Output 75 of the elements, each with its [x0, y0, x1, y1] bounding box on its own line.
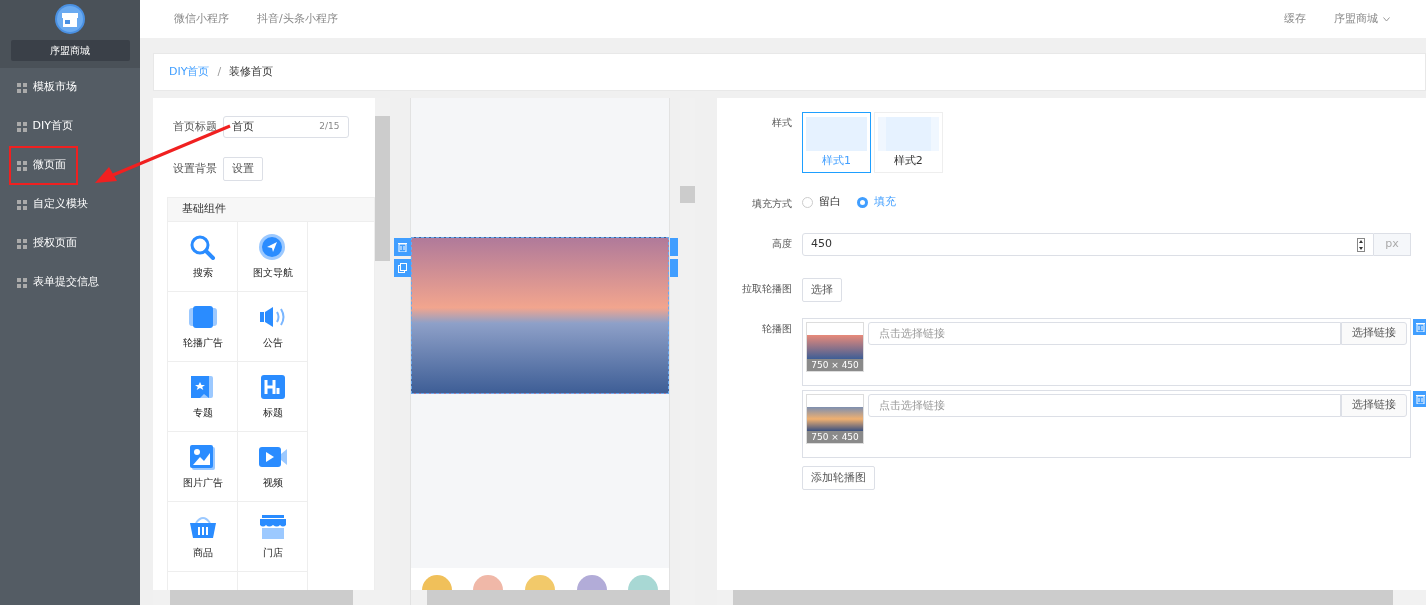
height-field[interactable]: 450 [802, 233, 1374, 256]
shop-awning-icon[interactable] [258, 513, 287, 540]
header-tab[interactable]: 微信小程序 [174, 10, 229, 28]
component-label[interactable]: 搜索 [192, 264, 213, 280]
link-field[interactable]: 点击选择链接 [868, 322, 1341, 345]
add-slide-button[interactable]: 添加轮播图 [802, 466, 875, 490]
shop-name: 序盟商城 [10, 40, 130, 61]
scrollbar-thumb[interactable] [427, 590, 670, 605]
group-title: 基础组件 [182, 201, 226, 218]
scrollbar-thumb[interactable] [680, 186, 695, 203]
unit-label: px [1374, 233, 1411, 256]
image-size: 750 × 450 [807, 431, 863, 443]
choose-link-button[interactable]: 选择链接 [1341, 394, 1407, 417]
radio-option[interactable]: 留白 [802, 193, 841, 211]
delete-button[interactable] [394, 238, 411, 256]
style-option[interactable]: 样式2 [873, 112, 943, 173]
select-button[interactable]: 选择 [802, 278, 842, 302]
component-label[interactable]: 专题 [192, 404, 213, 420]
photo-placeholder [807, 407, 863, 431]
component-label[interactable]: 门店 [262, 544, 283, 560]
scrollbar-thumb[interactable] [733, 590, 1393, 605]
cache-link[interactable]: 缓存 [1283, 10, 1306, 28]
copy-button[interactable] [394, 259, 411, 277]
scrollbar-thumb[interactable] [170, 590, 353, 605]
header-tab[interactable]: 抖音/头条小程序 [257, 10, 338, 28]
account-menu[interactable]: 序盟商城 [1333, 10, 1378, 28]
grid-icon [17, 277, 27, 288]
sidebar-item[interactable]: 微页面 [9, 146, 78, 185]
navigation-icon[interactable] [258, 233, 287, 260]
field-label: 设置背景 [173, 160, 217, 177]
component-label[interactable]: 标题 [262, 404, 283, 420]
trash-icon [398, 242, 407, 252]
component-label[interactable]: 公告 [262, 334, 283, 350]
spinner-icon[interactable] [1357, 237, 1365, 252]
grid-icon [17, 199, 27, 210]
field-label: 样式 [771, 116, 792, 130]
caret-icon [1383, 16, 1390, 22]
grid-icon [17, 160, 27, 171]
sidebar-item[interactable]: 授权页面 [9, 224, 89, 263]
sidebar-item[interactable]: 模板市场 [9, 68, 89, 107]
component-label[interactable]: 图片广告 [182, 474, 223, 490]
scrollbar-thumb[interactable] [375, 116, 390, 261]
set-button[interactable]: 设置 [222, 157, 263, 181]
component-label[interactable]: 轮播广告 [182, 334, 223, 350]
store-logo-icon [55, 4, 85, 34]
sidebar-item[interactable]: DIY首页 [9, 107, 85, 146]
grid-icon [17, 121, 27, 132]
field-label: 轮播图 [761, 322, 792, 336]
sidebar-item[interactable]: 自定义模块 [9, 185, 100, 224]
component-label[interactable]: 视频 [262, 474, 283, 490]
copy-icon [398, 263, 407, 273]
search-icon[interactable] [188, 233, 217, 260]
sidebar-item[interactable]: 表单提交信息 [9, 263, 111, 302]
breadcrumb-separator: / [217, 63, 222, 80]
grid-icon [17, 82, 27, 93]
heading-icon[interactable] [258, 373, 287, 400]
field-label: 高度 [771, 237, 792, 251]
field-label: 首页标题 [173, 118, 217, 135]
trash-icon [1415, 394, 1425, 404]
cards-icon[interactable] [188, 303, 217, 330]
delete-button[interactable] [1413, 391, 1426, 407]
title-field[interactable]: 首页 2/15 [222, 116, 349, 138]
link-field[interactable]: 点击选择链接 [868, 394, 1341, 417]
grid-icon [17, 238, 27, 249]
choose-link-button[interactable]: 选择链接 [1341, 322, 1407, 345]
component-label[interactable]: 商品 [192, 544, 213, 560]
picture-icon[interactable] [188, 443, 217, 470]
component-label[interactable]: 图文导航 [252, 264, 293, 280]
trash-icon [1415, 322, 1425, 332]
image-size: 750 × 450 [807, 359, 863, 371]
field-label: 拉取轮播图 [741, 282, 792, 296]
delete-button[interactable] [1413, 319, 1426, 335]
photo-placeholder [807, 335, 863, 359]
breadcrumb-item: 装修首页 [229, 63, 274, 80]
field-label: 填充方式 [751, 197, 792, 211]
